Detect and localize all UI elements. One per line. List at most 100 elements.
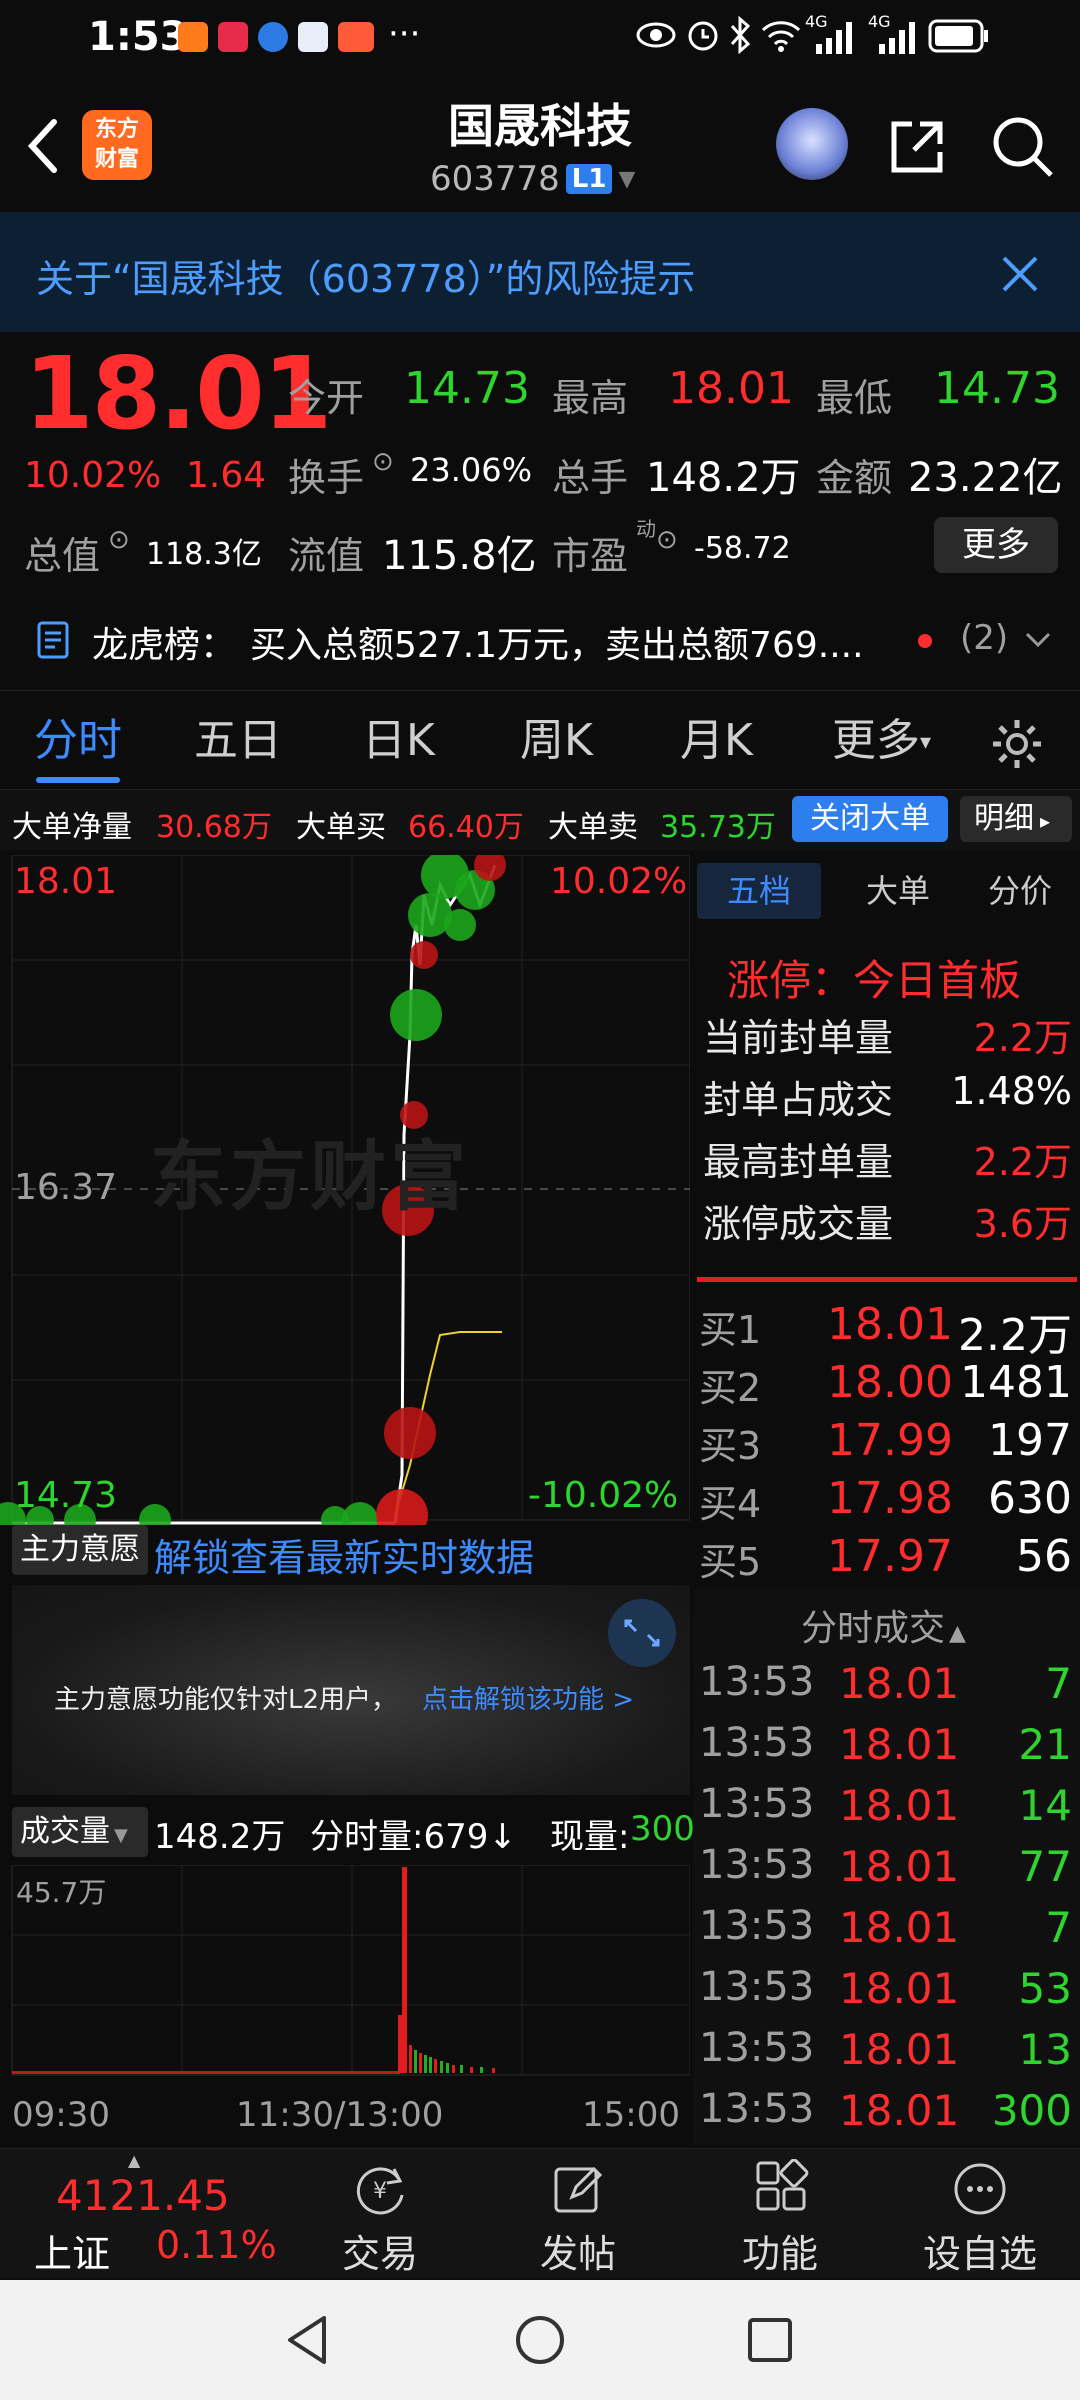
risk-warning-text[interactable]: 关于“国晟科技（603778）”的风险提示 (36, 248, 695, 303)
axis-high-pct: 10.02% (550, 861, 688, 902)
info-icon[interactable]: ⊙ (108, 525, 130, 555)
search-icon[interactable] (990, 114, 1056, 180)
tick-time: 13:53 (699, 1659, 815, 1705)
tab-intraday[interactable]: 分时 (34, 691, 122, 791)
stock-code: 603778 (430, 159, 560, 199)
alarm-icon (688, 21, 718, 51)
index-ticker[interactable]: ▲ 4121.45 上证 0.11% (0, 2149, 277, 2279)
tick-time: 13:53 (699, 1781, 815, 1827)
bid-row: 买1 18.01 2.2万 (693, 1299, 1080, 1361)
expand-icon[interactable] (608, 1599, 676, 1667)
bid-qty: 1481 (960, 1357, 1072, 1408)
dragon-tiger-text: 买入总额527.1万元，卖出总额769.... (250, 625, 864, 666)
change-pct: 10.02% (24, 455, 162, 496)
volume-indicator-selector[interactable]: 成交量 ▼ (12, 1807, 148, 1857)
close-big-order-button[interactable]: 关闭大单 (792, 796, 948, 842)
tick-price: 18.01 (839, 1964, 960, 2013)
tab-weekly-k[interactable]: 周K (520, 691, 593, 791)
big-order-buy-label: 大单买 (296, 810, 386, 845)
nav-trade[interactable]: ¥ 交易 (320, 2159, 440, 2276)
volume-label: 总手 (552, 456, 629, 500)
open-value: 14.73 (404, 363, 530, 414)
turnover-label: 换手 (288, 456, 365, 500)
bid-qty: 197 (988, 1415, 1072, 1466)
settings-gear-icon[interactable] (990, 717, 1044, 771)
close-icon[interactable] (1000, 254, 1040, 294)
order-book-panel: 五档 大单 分价 涨停：今日首板 当前封单量 2.2万 封单占成交 1.48% … (693, 855, 1080, 2145)
wifi-icon (761, 21, 801, 52)
limit-stat-label: 最高封单量 (703, 1140, 894, 1184)
open-label: 今开 (288, 376, 365, 420)
limit-stat-label: 封单占成交 (703, 1078, 894, 1122)
document-icon (37, 621, 69, 659)
info-icon[interactable]: ⊙ (656, 525, 678, 555)
bid-price: 18.00 (827, 1357, 953, 1408)
nav-functions[interactable]: 功能 (720, 2158, 840, 2276)
intent-indicator-selector[interactable]: 主力意愿▼ (12, 1525, 148, 1614)
change-amount: 1.64 (186, 455, 267, 496)
nav-add-watchlist[interactable]: 设自选 (900, 2159, 1060, 2276)
chevron-down-icon (1025, 632, 1051, 648)
dragon-tiger-count: (2) (960, 618, 1009, 658)
app-logo[interactable]: 东方 财富 (82, 110, 152, 180)
back-triangle-icon[interactable] (280, 2312, 336, 2368)
unlock-realtime-link[interactable]: 解锁查看最新实时数据 (154, 1527, 534, 1582)
share-icon[interactable] (886, 116, 948, 178)
big-order-buy-value: 66.40万 (408, 810, 524, 845)
tab-daily-k[interactable]: 日K (362, 691, 435, 791)
status-bar: 1:53 ··· 4G 4G (0, 0, 1080, 80)
dragon-tiger-list-bar[interactable]: 龙虎榜： 买入总额527.1万元，卖出总额769.... (2) (0, 590, 1080, 690)
tick-time: 13:53 (699, 2025, 815, 2071)
bid-row: 买5 17.97 56 (693, 1531, 1080, 1591)
float-cap-value: 115.8亿 (382, 533, 537, 579)
tick-price: 18.01 (839, 1781, 960, 1830)
tick-list[interactable]: 分时成交 ▲ 13:53 18.01 7 13:53 18.01 21 13:53 18.0… (693, 1589, 1080, 2145)
tick-qty: 53 (1018, 1964, 1072, 2013)
app-notification-icon (258, 22, 288, 52)
tab-five-day[interactable]: 五日 (194, 691, 282, 791)
tab-big-orders[interactable]: 大单 (843, 863, 953, 919)
recents-square-icon[interactable] (742, 2312, 798, 2368)
tab-price-distribution[interactable]: 分价 (965, 863, 1075, 919)
app-notification-icon (218, 22, 248, 52)
axis-low-pct: -10.02% (528, 1475, 679, 1516)
tick-price: 18.01 (839, 1720, 960, 1769)
index-name: 上证 (34, 2232, 111, 2276)
status-time: 1:53 (88, 14, 188, 60)
tab-five-levels[interactable]: 五档 (697, 863, 821, 919)
stock-code-selector[interactable]: 603778 L1 ▼ (430, 156, 635, 202)
bid-price: 17.98 (827, 1473, 953, 1524)
tick-time: 13:53 (699, 1903, 815, 1949)
signal-icon (816, 22, 852, 54)
detail-button[interactable]: 明细 ▸ (960, 796, 1072, 842)
l2-unlock-link[interactable]: 点击解锁该功能 > (422, 1679, 634, 1716)
risk-warning-banner[interactable]: 关于“国晟科技（603778）”的风险提示 (0, 212, 1080, 332)
more-button[interactable]: 更多 (934, 517, 1058, 573)
tick-price: 18.01 (839, 2086, 960, 2135)
tick-qty: 13 (1018, 2025, 1072, 2074)
market-cap-label: 总值 (24, 534, 101, 578)
low-label: 最低 (816, 376, 893, 420)
intraday-chart[interactable]: 东方财富 18.01 10.02% 16.37 14.73 -10.02% 主力… (0, 855, 695, 2145)
nav-add-watchlist-label: 设自选 (922, 2232, 1037, 2276)
tick-price: 18.01 (839, 2025, 960, 2074)
high-value: 18.01 (668, 363, 794, 414)
tab-monthly-k[interactable]: 月K (680, 691, 753, 791)
tab-more[interactable]: 更多▾ (832, 691, 931, 791)
chevron-down-icon: ▾ (920, 730, 932, 755)
tick-qty: 7 (1045, 1659, 1072, 1708)
nav-post[interactable]: 发帖 (518, 2159, 638, 2276)
bid-label: 买4 (699, 1482, 762, 1526)
tick-time: 13:53 (699, 1720, 815, 1766)
home-circle-icon[interactable] (512, 2312, 568, 2368)
back-icon[interactable] (22, 116, 62, 176)
info-icon[interactable]: ⊙ (372, 447, 394, 477)
nav-post-label: 发帖 (539, 2232, 616, 2276)
current-volume-value: 300 (630, 1809, 695, 1849)
more-notifications-icon: ··· (388, 14, 421, 54)
tick-time: 13:53 (699, 1842, 815, 1888)
svg-text:¥: ¥ (373, 2179, 387, 2204)
stock-header: 东方 财富 国晟科技 603778 L1 ▼ (0, 80, 1080, 210)
unread-dot (918, 634, 932, 648)
assistant-robot-icon[interactable] (776, 108, 848, 180)
